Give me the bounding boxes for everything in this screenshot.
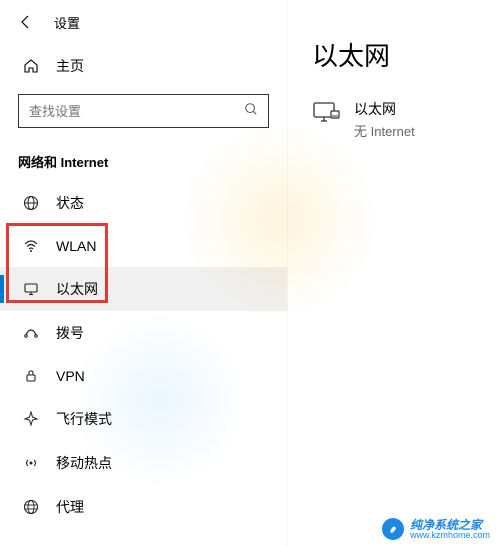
- sidebar-item-proxy[interactable]: 代理: [0, 485, 287, 529]
- nav-label: 代理: [56, 497, 84, 517]
- nav-label: 状态: [56, 193, 84, 213]
- connection-status: 无 Internet: [354, 121, 415, 140]
- nav-label: 以太网: [56, 279, 98, 299]
- proxy-icon: [22, 498, 40, 516]
- sidebar-item-airplane[interactable]: 飞行模式: [0, 397, 287, 441]
- globe-icon: [22, 194, 40, 212]
- header: 设置: [0, 0, 287, 40]
- vpn-icon: [22, 367, 40, 385]
- nav-label: 飞行模式: [56, 409, 112, 429]
- sidebar-item-vpn[interactable]: VPN: [0, 355, 287, 397]
- search-icon: [244, 102, 258, 121]
- sidebar-item-dialup[interactable]: 拨号: [0, 311, 287, 355]
- watermark-name: 纯净系统之家: [410, 519, 490, 531]
- dialup-icon: [22, 324, 40, 342]
- connection-name: 以太网: [354, 99, 415, 119]
- watermark-logo-icon: [382, 518, 404, 540]
- sidebar-item-wlan[interactable]: WLAN: [0, 225, 287, 267]
- watermark: 纯净系统之家 www.kzmhome.com: [382, 518, 490, 540]
- sidebar-item-ethernet[interactable]: 以太网: [0, 267, 287, 311]
- home-label: 主页: [56, 56, 84, 76]
- category-title: 网络和 Internet: [0, 140, 287, 181]
- wifi-icon: [22, 237, 40, 255]
- hotspot-icon: [22, 454, 40, 472]
- watermark-url: www.kzmhome.com: [410, 531, 490, 540]
- home-icon: [22, 57, 40, 75]
- page-title: 以太网: [312, 36, 476, 73]
- sidebar: 设置 主页 网络和 Internet 状态: [0, 0, 288, 546]
- sidebar-item-status[interactable]: 状态: [0, 181, 287, 225]
- window-title: 设置: [54, 13, 80, 32]
- nav-label: WLAN: [56, 238, 96, 254]
- search-box[interactable]: [18, 94, 269, 128]
- ethernet-connection-text: 以太网 无 Internet: [354, 99, 415, 140]
- sidebar-item-home[interactable]: 主页: [0, 46, 287, 86]
- sidebar-item-hotspot[interactable]: 移动热点: [0, 441, 287, 485]
- ethernet-connection-item[interactable]: 以太网 无 Internet: [312, 99, 476, 140]
- search-input[interactable]: [29, 104, 244, 119]
- nav-label: 移动热点: [56, 453, 112, 473]
- ethernet-icon: [22, 280, 40, 298]
- airplane-icon: [22, 410, 40, 428]
- nav-label: VPN: [56, 368, 85, 384]
- ethernet-icon: [312, 101, 340, 125]
- nav-label: 拨号: [56, 323, 84, 343]
- nav-list: 状态 WLAN 以太网 拨号: [0, 181, 287, 529]
- arrow-left-icon: [18, 14, 34, 30]
- main-content: 以太网 以太网 无 Internet: [288, 0, 500, 546]
- back-button[interactable]: [16, 12, 36, 32]
